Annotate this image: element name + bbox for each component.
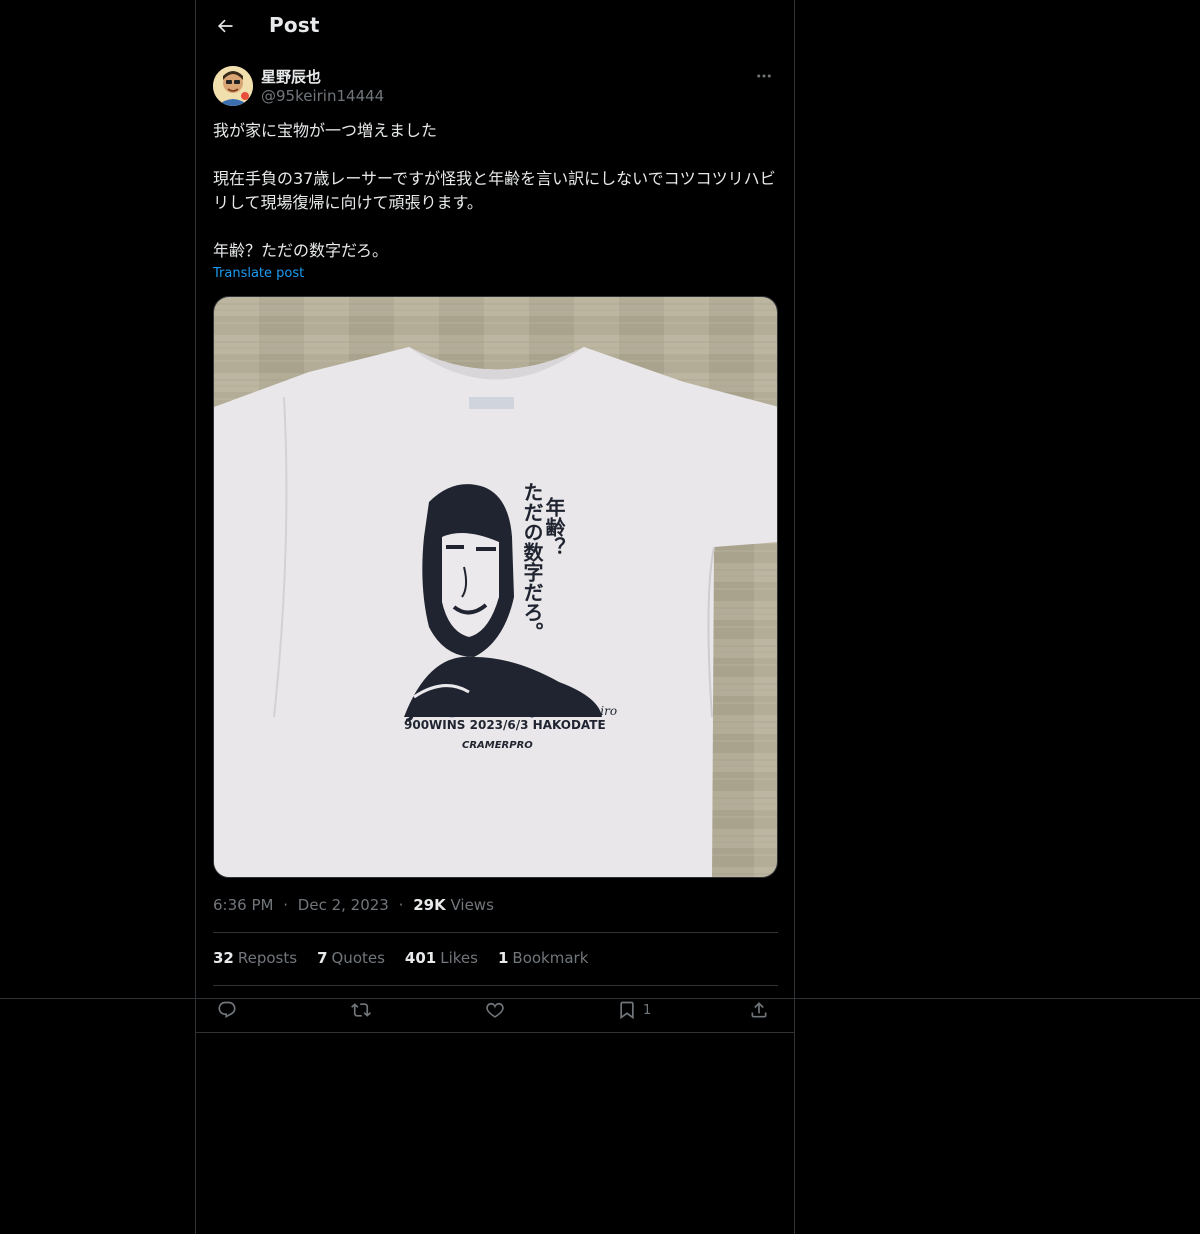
author-block: 星野辰也 @95keirin14444: [213, 66, 779, 108]
bookmark-icon: [620, 1001, 634, 1020]
quotes-stat[interactable]: 7 Quotes: [317, 949, 385, 967]
more-options-button[interactable]: [749, 66, 779, 86]
bookmarks-stat[interactable]: 1 Bookmark: [498, 949, 588, 967]
avatar[interactable]: [213, 66, 253, 106]
meta-separator: ·: [283, 896, 289, 914]
action-bar: 1: [213, 996, 779, 1024]
reply-icon: [218, 1001, 236, 1018]
avatar-image: [213, 66, 253, 106]
meta-separator: ·: [398, 896, 404, 914]
divider-line: [196, 1032, 794, 1033]
display-name[interactable]: 星野辰也: [261, 66, 321, 87]
reply-button[interactable]: [217, 996, 237, 1024]
repost-button[interactable]: [351, 996, 371, 1024]
main-column: Post 星野辰也 @95keirin14444 我が家に宝物が一つ増えました …: [195, 0, 795, 1234]
views-label: Views: [450, 896, 494, 914]
likes-stat[interactable]: 401 Likes: [405, 949, 478, 967]
arrow-left-icon: [217, 19, 233, 33]
more-horizontal-icon: [757, 74, 771, 78]
like-button[interactable]: [485, 996, 505, 1024]
heart-icon: [486, 1002, 504, 1018]
reposts-stat[interactable]: 32 Reposts: [213, 949, 297, 967]
post-meta: 6:36 PM · Dec 2, 2023 · 29K Views: [213, 896, 494, 914]
post-date[interactable]: Dec 2, 2023: [298, 896, 389, 914]
tweet-line: 現在手負の37歳レーサーですが怪我と年齢を言い訳にしないでコツコツリハビリして現…: [213, 169, 776, 212]
post-time[interactable]: 6:36 PM: [213, 896, 273, 914]
tweet-line: 我が家に宝物が一つ増えました: [213, 121, 438, 140]
divider-line: [213, 985, 778, 986]
user-handle[interactable]: @95keirin14444: [261, 87, 384, 105]
share-icon: [751, 1002, 767, 1018]
bookmark-button[interactable]: 1: [617, 996, 651, 1024]
shirt-wins-text: 900WINS 2023/6/3 HAKODATE: [404, 718, 606, 732]
page-title: Post: [269, 13, 320, 37]
shirt-brand-text: CRAMERPRO: [462, 740, 533, 751]
back-button[interactable]: [208, 9, 242, 43]
page-header: Post: [196, 0, 794, 54]
share-button[interactable]: [749, 996, 769, 1024]
bookmark-count: 1: [643, 1002, 652, 1018]
t-shirt-photo: Jhris Kaminyama Yuichiro 900WINS 2023/6/…: [214, 297, 777, 877]
translate-post-link[interactable]: Translate post: [213, 266, 304, 281]
tweet-text: 我が家に宝物が一つ増えました 現在手負の37歳レーサーですが怪我と年齢を言い訳に…: [213, 119, 779, 263]
shirt-headline-2: ただの数字だろ。: [520, 482, 544, 642]
divider-line: [213, 932, 778, 933]
shirt-headline-1: 年齢？: [542, 496, 566, 557]
tweet-media-image[interactable]: Jhris Kaminyama Yuichiro 900WINS 2023/6/…: [213, 296, 778, 878]
repost-icon: [351, 1003, 371, 1017]
tweet-line: 年齢？ただの数字だろ。: [213, 241, 389, 260]
shirt-signature: Kaminyama Yuichiro: [491, 704, 617, 718]
engagement-stats: 32 Reposts 7 Quotes 401 Likes 1 Bookmark: [213, 949, 588, 967]
views-count: 29K: [413, 896, 446, 914]
